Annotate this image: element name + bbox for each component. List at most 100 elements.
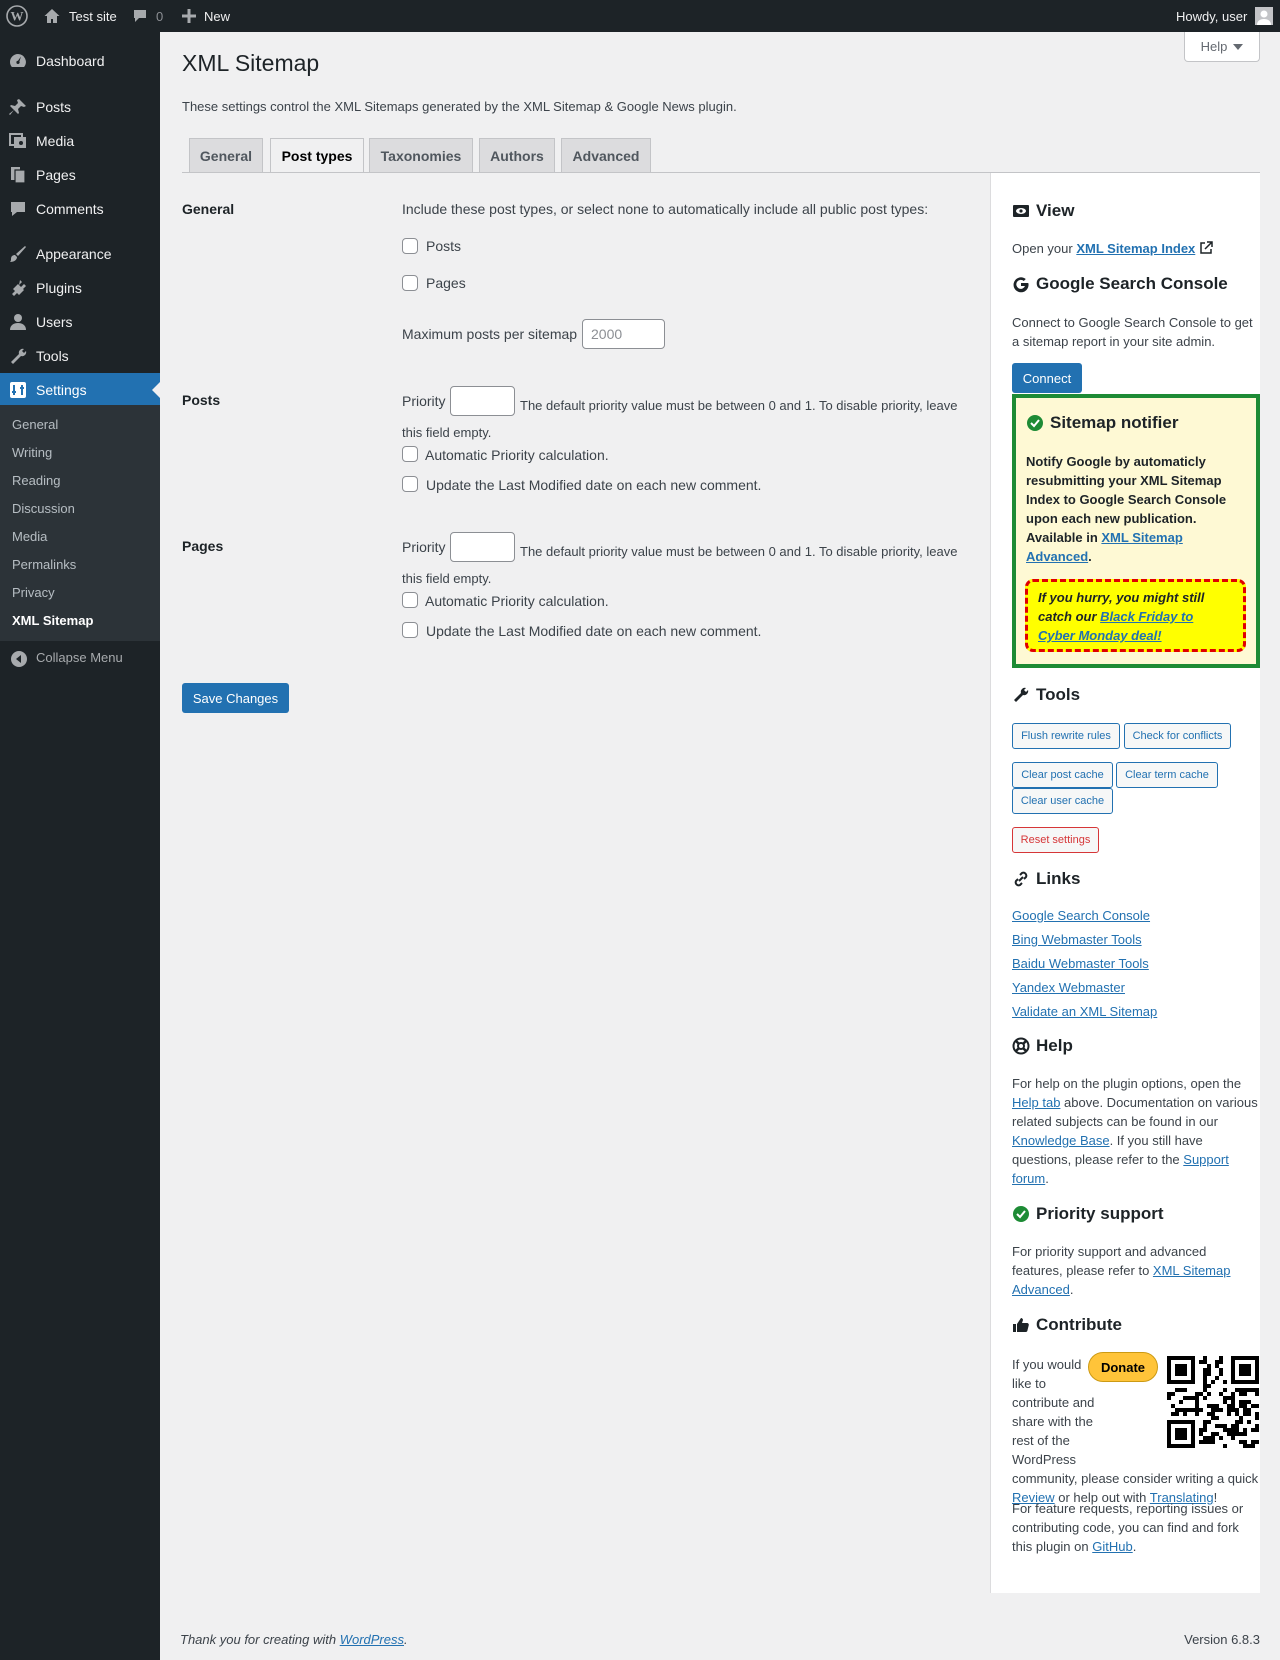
posts-update-lastmod-checkbox[interactable] (402, 476, 418, 492)
comments-icon (8, 199, 28, 219)
clear-user-cache-button[interactable]: Clear user cache (1012, 788, 1113, 814)
connect-button[interactable]: Connect (1012, 363, 1082, 393)
menu-label: Comments (36, 201, 104, 217)
my-account-link[interactable]: Howdy, user (1176, 0, 1274, 32)
check-circle-icon (1026, 414, 1044, 432)
view-paragraph: Open your XML Sitemap Index (1012, 239, 1260, 258)
check-circle-icon (1012, 1205, 1030, 1223)
wordpress-logo-icon[interactable]: W (6, 0, 28, 32)
collapse-menu-button[interactable]: Collapse Menu (0, 648, 160, 668)
submenu-item-discussion[interactable]: Discussion (12, 501, 75, 516)
view-icon (1012, 202, 1030, 220)
link-validate-xml-sitemap[interactable]: Validate an XML Sitemap (1012, 1004, 1157, 1019)
menu-item-posts[interactable]: Posts (0, 90, 160, 124)
menu-item-users[interactable]: Users (0, 305, 160, 339)
heading-text: View (1036, 201, 1075, 220)
menu-item-dashboard[interactable]: Dashboard (0, 44, 160, 78)
posts-auto-priority-checkbox[interactable] (402, 446, 418, 462)
avatar (1255, 7, 1274, 25)
tab-taxonomies[interactable]: Taxonomies (369, 138, 473, 173)
tab-authors[interactable]: Authors (479, 138, 555, 173)
menu-label: Posts (36, 99, 72, 115)
menu-label: Media (36, 133, 75, 149)
dashboard-icon (8, 51, 28, 71)
reset-settings-button[interactable]: Reset settings (1012, 827, 1099, 853)
check-conflicts-button[interactable]: Check for conflicts (1124, 723, 1231, 749)
tab-advanced[interactable]: Advanced (561, 138, 651, 173)
clear-post-cache-button[interactable]: Clear post cache (1012, 762, 1113, 788)
posts-priority-input[interactable] (450, 386, 515, 416)
wordpress-link[interactable]: WordPress (340, 1632, 404, 1647)
priority-label: Priority (402, 539, 446, 555)
howdy-text: Howdy, user (1176, 8, 1248, 24)
pages-update-lastmod-checkbox[interactable] (402, 622, 418, 638)
priority-text: . (1069, 1282, 1074, 1297)
plugin-icon (8, 278, 28, 298)
knowledge-base-link[interactable]: Knowledge Base (1012, 1133, 1110, 1148)
menu-item-plugins[interactable]: Plugins (0, 271, 160, 305)
github-link[interactable]: GitHub (1092, 1539, 1132, 1554)
checkbox-label: Update the Last Modified date on each ne… (426, 477, 762, 493)
pages-auto-priority-checkbox[interactable] (402, 592, 418, 608)
menu-label: Pages (36, 167, 76, 183)
clear-term-cache-button[interactable]: Clear term cache (1116, 762, 1218, 788)
submenu-item-permalinks[interactable]: Permalinks (12, 557, 76, 572)
contribute-paragraph: If you would like to contribute and shar… (1012, 1355, 1260, 1507)
heading-text: Google Search Console (1036, 274, 1228, 293)
site-name: Test site (69, 8, 117, 24)
sidebar-heading-notifier: Sitemap notifier (1026, 413, 1178, 433)
submenu-item-general[interactable]: General (12, 417, 58, 432)
checkbox-include-posts[interactable] (402, 238, 418, 254)
link-yandex-webmaster[interactable]: Yandex Webmaster (1012, 980, 1125, 995)
flush-rewrite-rules-button[interactable]: Flush rewrite rules (1012, 723, 1120, 749)
save-changes-button[interactable]: Save Changes (182, 683, 289, 713)
new-content-link[interactable]: New (182, 0, 230, 32)
section-heading-pages: Pages (182, 538, 224, 554)
tab-post-types[interactable]: Post types (270, 138, 364, 173)
checkbox-include-pages[interactable] (402, 275, 418, 291)
submenu-item-privacy[interactable]: Privacy (12, 585, 55, 600)
black-friday-promo: If you hurry, you might still catch our … (1025, 579, 1246, 652)
submenu-item-xml-sitemap[interactable]: XML Sitemap (12, 613, 93, 628)
help-tab-button[interactable]: Help (1184, 32, 1260, 62)
comments-link[interactable]: 0 (132, 0, 163, 32)
sidebar-heading-tools: Tools (1012, 685, 1080, 705)
notifier-text: Notify Google by automaticly resubmittin… (1026, 454, 1227, 564)
link-bing-webmaster-tools[interactable]: Bing Webmaster Tools (1012, 932, 1142, 947)
settings-submenu: General Writing Reading Discussion Media… (0, 405, 160, 641)
footer-version: Version 6.8.3 (1184, 1632, 1260, 1647)
priority-description: this field empty. (402, 571, 492, 586)
link-baidu-webmaster-tools[interactable]: Baidu Webmaster Tools (1012, 956, 1149, 971)
priority-description: The default priority value must be betwe… (520, 544, 958, 559)
view-text: Open your (1012, 241, 1077, 256)
comment-bubble-icon (132, 8, 148, 24)
pages-priority-input[interactable] (450, 532, 515, 562)
menu-item-appearance[interactable]: Appearance (0, 237, 160, 271)
help-tab-link[interactable]: Help tab (1012, 1095, 1060, 1110)
sidebar-heading-gsc: Google Search Console (1012, 274, 1228, 294)
menu-item-pages[interactable]: Pages (0, 158, 160, 192)
menu-item-tools[interactable]: Tools (0, 339, 160, 373)
admin-bar: W Test site 0 New Howdy, user (0, 0, 1280, 32)
menu-item-media[interactable]: Media (0, 124, 160, 158)
intro-text: These settings control the XML Sitemaps … (182, 99, 737, 114)
menu-item-comments[interactable]: Comments (0, 192, 160, 226)
link-google-search-console[interactable]: Google Search Console (1012, 908, 1150, 923)
xml-sitemap-index-link[interactable]: XML Sitemap Index (1076, 241, 1195, 256)
comments-count: 0 (156, 8, 164, 24)
tab-general[interactable]: General (189, 138, 263, 173)
sidebar-heading-contribute: Contribute (1012, 1315, 1122, 1335)
wrench-icon (8, 346, 28, 366)
checkbox-label: Posts (426, 238, 462, 254)
checkbox-label: Update the Last Modified date on each ne… (426, 623, 762, 639)
site-name-link[interactable]: Test site (43, 0, 117, 32)
menu-item-settings[interactable]: Settings (0, 373, 160, 407)
max-posts-input[interactable]: 2000 (582, 319, 665, 349)
menu-label: Appearance (36, 246, 112, 262)
submenu-item-writing[interactable]: Writing (12, 445, 52, 460)
heading-text: Contribute (1036, 1315, 1122, 1334)
submenu-item-reading[interactable]: Reading (12, 473, 60, 488)
external-link-icon (1199, 241, 1213, 255)
submenu-item-media[interactable]: Media (12, 529, 47, 544)
link-icon (1012, 870, 1030, 888)
